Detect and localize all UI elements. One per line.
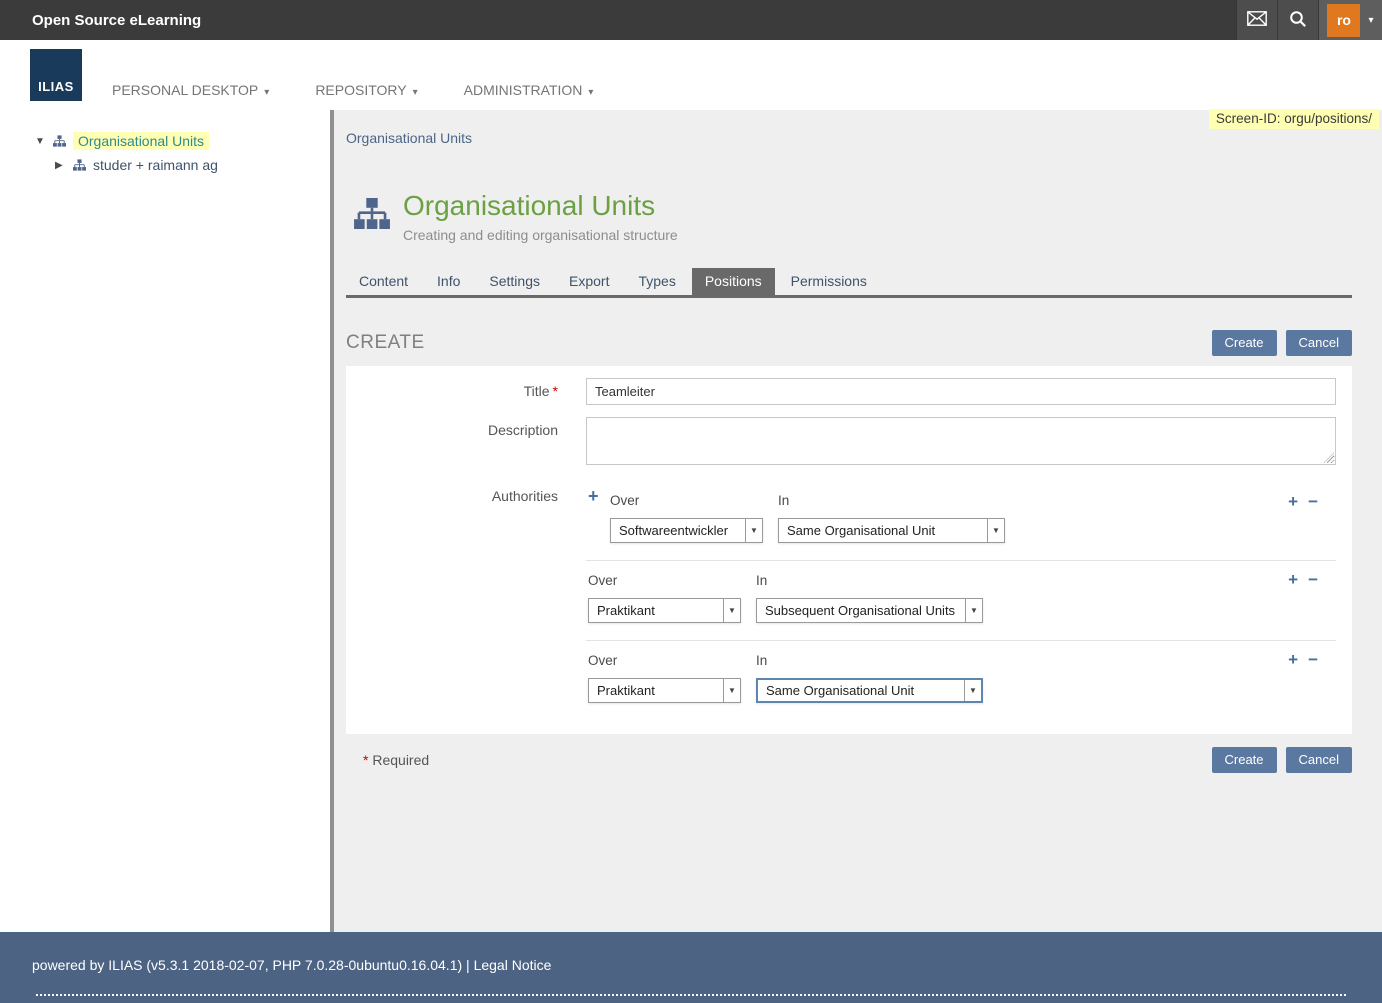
- page-body: ▼ Organisational Units ▶ studer + raiman…: [0, 110, 1382, 932]
- tab-types[interactable]: Types: [625, 268, 688, 295]
- tab-export[interactable]: Export: [556, 268, 622, 295]
- dropdown-caret-icon: ▼: [723, 679, 740, 702]
- page-footer: powered by ILIAS (v5.3.1 2018-02-07, PHP…: [0, 932, 1382, 1003]
- minus-icon[interactable]: −: [1308, 493, 1318, 510]
- client-title: Open Source eLearning: [0, 12, 201, 29]
- tree-item-label[interactable]: studer + raimann ag: [93, 157, 218, 173]
- dropdown-caret-icon: ▼: [964, 680, 981, 701]
- breadcrumb: Organisational Units: [346, 110, 1352, 146]
- plus-icon[interactable]: +: [1288, 651, 1298, 668]
- plus-icon[interactable]: +: [1288, 493, 1298, 510]
- tree-collapsed-icon[interactable]: ▶: [55, 160, 73, 171]
- chevron-down-icon: ▾: [413, 87, 418, 98]
- minus-icon[interactable]: −: [1308, 571, 1318, 588]
- plus-icon[interactable]: +: [1288, 571, 1298, 588]
- authorities-row: Authorities + Over Softwareentwickler ▼: [346, 465, 1352, 720]
- top-bar: Open Source eLearning ro ▾: [0, 0, 1382, 40]
- required-asterisk: *: [553, 383, 558, 399]
- screen-id-badge: Screen-ID: orgu/positions/: [1209, 109, 1379, 129]
- breadcrumb-link[interactable]: Organisational Units: [346, 130, 472, 146]
- org-chart-icon: [354, 198, 390, 243]
- authority-row: Over Softwareentwickler ▼ In Same Organi…: [608, 483, 1336, 560]
- create-position-form: Title* Description Authorities: [346, 366, 1352, 734]
- main-nav: PERSONAL DESKTOP▾ REPOSITORY▾ ADMINISTRA…: [112, 82, 593, 98]
- create-button[interactable]: Create: [1212, 747, 1277, 773]
- topbar-actions: ro ▾: [1236, 0, 1382, 40]
- envelope-icon: [1247, 11, 1267, 29]
- ilias-logo[interactable]: ILIAS: [30, 49, 82, 101]
- org-chart-icon: [53, 135, 66, 147]
- powered-by-text: powered by ILIAS (v5.3.1 2018-02-07, PHP…: [32, 957, 462, 973]
- form-footer: * Required Create Cancel: [346, 747, 1352, 773]
- in-label: In: [756, 653, 983, 668]
- title-label: Title*: [346, 378, 586, 405]
- add-authority-icon[interactable]: +: [588, 487, 599, 505]
- in-select[interactable]: Same Organisational Unit ▼: [778, 518, 1005, 543]
- chevron-down-icon: ▾: [264, 87, 269, 98]
- tab-content[interactable]: Content: [346, 268, 421, 295]
- user-menu-button[interactable]: ro ▾: [1318, 0, 1382, 40]
- title-input[interactable]: [586, 378, 1336, 405]
- chevron-down-icon: ▾: [588, 87, 593, 98]
- description-textarea[interactable]: [586, 417, 1336, 465]
- dropdown-caret-icon: ▼: [965, 599, 982, 622]
- tab-permissions[interactable]: Permissions: [778, 268, 880, 295]
- footer-dotted-line: [36, 994, 1346, 996]
- page-title-block: Organisational Units Creating and editin…: [354, 190, 1352, 243]
- nav-personal-desktop[interactable]: PERSONAL DESKTOP▾: [112, 82, 269, 98]
- required-note: * Required: [360, 752, 429, 768]
- over-select[interactable]: Softwareentwickler ▼: [610, 518, 763, 543]
- create-button[interactable]: Create: [1212, 330, 1277, 356]
- authorities-label: Authorities: [346, 483, 586, 720]
- authority-row: Over Praktikant ▼ In Same Organisational…: [586, 640, 1336, 720]
- legal-notice-link[interactable]: Legal Notice: [474, 957, 552, 973]
- minus-icon[interactable]: −: [1308, 651, 1318, 668]
- dropdown-caret-icon: ▼: [987, 519, 1004, 542]
- magnifier-icon: [1289, 10, 1307, 31]
- main-content: Organisational Units Organisational Unit…: [334, 110, 1382, 932]
- footer-separator: |: [466, 957, 470, 973]
- page-title: Organisational Units: [403, 190, 678, 222]
- cancel-button[interactable]: Cancel: [1286, 330, 1352, 356]
- tab-positions[interactable]: Positions: [692, 268, 775, 295]
- in-select[interactable]: Subsequent Organisational Units ▼: [756, 598, 983, 623]
- authority-row: Over Praktikant ▼ In Subsequent Organisa…: [586, 560, 1336, 640]
- tree-item-studer-raimann[interactable]: ▶ studer + raimann ag: [0, 157, 330, 173]
- page-subtitle: Creating and editing organisational stru…: [403, 227, 678, 243]
- description-row: Description: [346, 405, 1352, 465]
- dropdown-caret-icon: ▼: [745, 519, 762, 542]
- search-button[interactable]: [1277, 0, 1318, 40]
- required-asterisk: *: [363, 752, 368, 768]
- over-label: Over: [588, 653, 741, 668]
- main-header: ILIAS PERSONAL DESKTOP▾ REPOSITORY▾ ADMI…: [0, 40, 1382, 110]
- nav-administration[interactable]: ADMINISTRATION▾: [464, 82, 594, 98]
- tab-settings[interactable]: Settings: [476, 268, 553, 295]
- over-label: Over: [588, 573, 741, 588]
- tree-item-organisational-units[interactable]: ▼ Organisational Units: [0, 132, 330, 150]
- tab-bar: Content Info Settings Export Types Posit…: [346, 268, 1352, 298]
- create-section-header: CREATE Create Cancel: [346, 330, 1352, 356]
- cancel-button[interactable]: Cancel: [1286, 747, 1352, 773]
- tree-expand-icon[interactable]: ▼: [35, 136, 53, 147]
- in-label: In: [756, 573, 983, 588]
- section-title: CREATE: [346, 332, 425, 354]
- in-label: In: [778, 493, 1005, 508]
- tab-info[interactable]: Info: [424, 268, 473, 295]
- title-row: Title*: [346, 366, 1352, 405]
- description-label: Description: [346, 417, 586, 465]
- org-chart-icon: [73, 159, 86, 171]
- user-avatar[interactable]: ro: [1327, 4, 1360, 37]
- in-select[interactable]: Same Organisational Unit ▼: [756, 678, 983, 703]
- over-select[interactable]: Praktikant ▼: [588, 678, 741, 703]
- mail-button[interactable]: [1236, 0, 1277, 40]
- repository-tree: ▼ Organisational Units ▶ studer + raiman…: [0, 110, 330, 932]
- dropdown-caret-icon: ▼: [723, 599, 740, 622]
- nav-repository[interactable]: REPOSITORY▾: [315, 82, 417, 98]
- chevron-down-icon[interactable]: ▾: [1368, 15, 1373, 26]
- over-select[interactable]: Praktikant ▼: [588, 598, 741, 623]
- over-label: Over: [610, 493, 763, 508]
- tree-item-label[interactable]: Organisational Units: [73, 132, 209, 150]
